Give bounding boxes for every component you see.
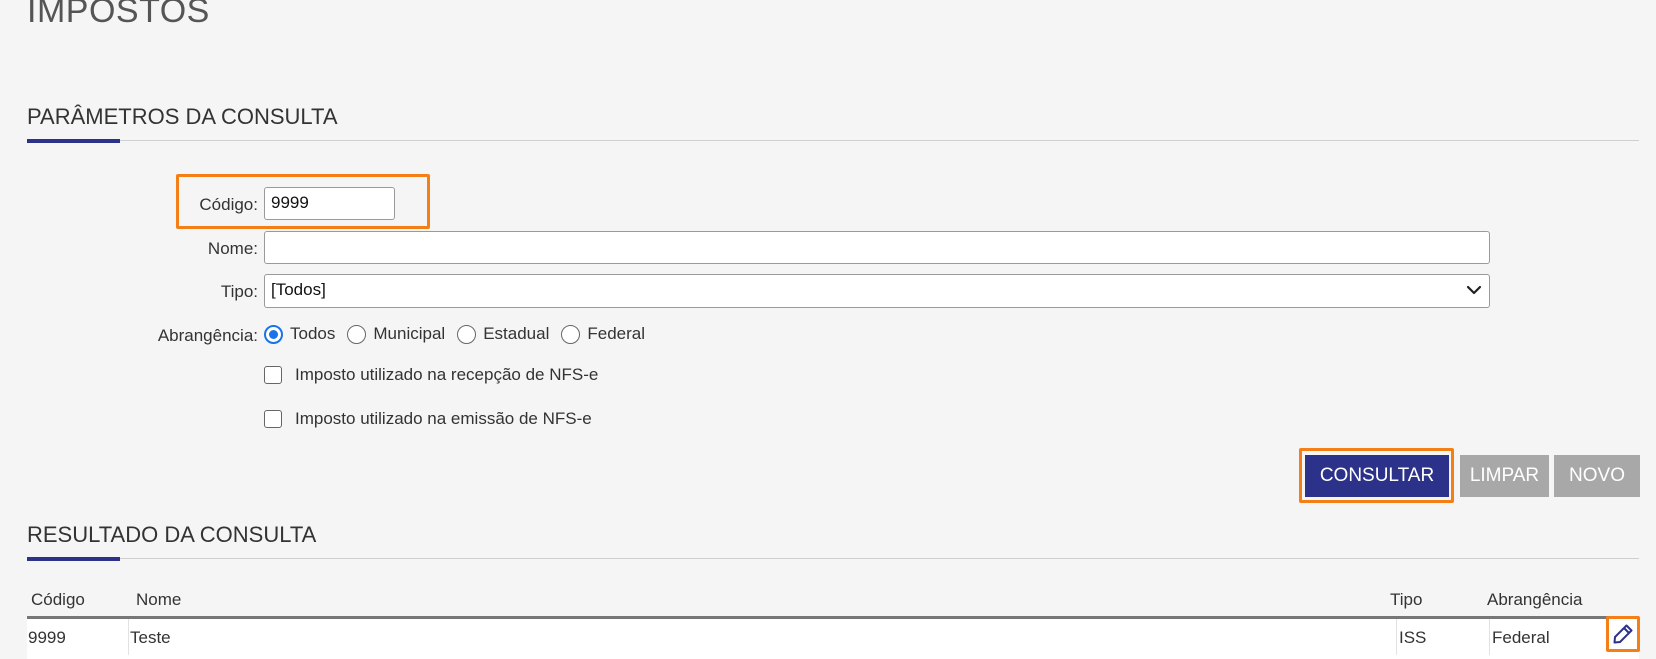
results-section-title: RESULTADO DA CONSULTA xyxy=(27,522,317,547)
section-accent-bar xyxy=(27,557,120,561)
radio-federal-button[interactable] xyxy=(561,324,581,344)
check-recepcao-row[interactable]: Imposto utilizado na recepção de NFS-e xyxy=(264,365,598,385)
chevron-down-icon xyxy=(1466,285,1482,295)
tipo-label: Tipo: xyxy=(220,282,258,301)
radio-todos-button[interactable] xyxy=(264,324,283,344)
radio-estadual[interactable]: Estadual xyxy=(457,324,549,344)
column-header-nome[interactable]: Nome xyxy=(136,590,181,610)
section-accent-bar xyxy=(27,139,120,143)
check-emissao-row[interactable]: Imposto utilizado na emissão de NFS-e xyxy=(264,409,592,429)
consultar-button[interactable]: CONSULTAR xyxy=(1305,455,1449,497)
results-section-header: RESULTADO DA CONSULTA xyxy=(27,522,1639,561)
column-header-codigo[interactable]: Código xyxy=(31,590,85,610)
nome-label: Nome: xyxy=(207,239,258,258)
cell-divider xyxy=(128,619,129,655)
params-section-header: PARÂMETROS DA CONSULTA xyxy=(27,104,1639,143)
radio-municipal-button[interactable] xyxy=(347,324,367,344)
check-emissao-checkbox[interactable] xyxy=(264,410,282,428)
check-recepcao-label: Imposto utilizado na recepção de NFS-e xyxy=(295,365,599,384)
radio-federal-label: Federal xyxy=(587,324,645,343)
radio-municipal-label: Municipal xyxy=(373,324,446,343)
cell-abrangencia: Federal xyxy=(1492,628,1550,647)
codigo-input[interactable]: 9999 xyxy=(264,187,395,220)
radio-federal[interactable]: Federal xyxy=(561,324,645,344)
radio-estadual-label: Estadual xyxy=(483,324,550,343)
check-recepcao-checkbox[interactable] xyxy=(264,366,282,384)
tipo-selected-value: [Todos] xyxy=(271,280,326,299)
check-emissao-label: Imposto utilizado na emissão de NFS-e xyxy=(295,409,592,428)
page-title: IMPOSTOS xyxy=(27,0,210,30)
cell-tipo: ISS xyxy=(1399,628,1427,647)
nome-input[interactable] xyxy=(264,231,1490,264)
cell-divider xyxy=(1489,619,1490,655)
abrangencia-radio-group: Todos Municipal Estadual Federal xyxy=(264,322,657,346)
cell-divider xyxy=(1396,619,1397,655)
params-section-title: PARÂMETROS DA CONSULTA xyxy=(27,104,338,129)
radio-municipal[interactable]: Municipal xyxy=(347,324,445,344)
codigo-label: Código: xyxy=(199,195,258,214)
table-row[interactable] xyxy=(27,619,1639,659)
cell-codigo: 9999 xyxy=(28,628,66,647)
cell-nome: Teste xyxy=(130,628,171,647)
tipo-select[interactable]: [Todos] xyxy=(264,274,1490,308)
column-header-abrangencia[interactable]: Abrangência xyxy=(1487,590,1582,610)
radio-todos[interactable]: Todos xyxy=(264,324,335,344)
abrangencia-label: Abrangência: xyxy=(157,326,258,345)
limpar-button[interactable]: LIMPAR xyxy=(1460,455,1549,497)
radio-todos-label: Todos xyxy=(290,324,336,343)
column-header-tipo[interactable]: Tipo xyxy=(1390,590,1422,610)
radio-estadual-button[interactable] xyxy=(457,324,477,344)
novo-button[interactable]: NOVO xyxy=(1554,455,1640,497)
pencil-icon[interactable] xyxy=(1611,622,1635,646)
